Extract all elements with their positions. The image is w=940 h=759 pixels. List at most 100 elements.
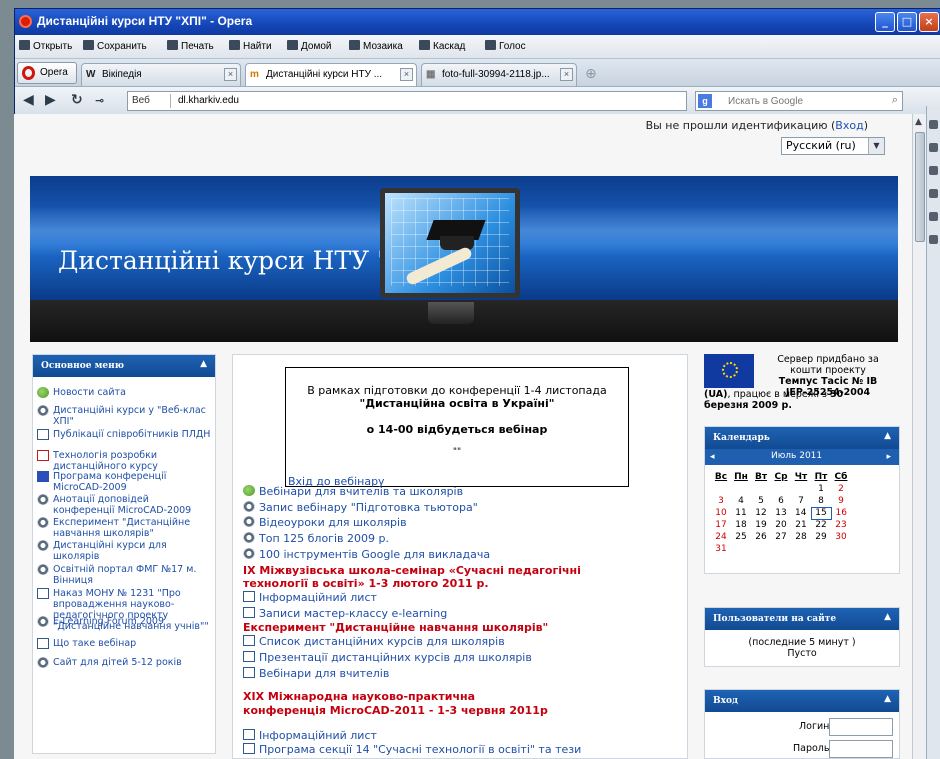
scrollbar-thumb[interactable]	[915, 132, 925, 242]
calendar-day[interactable]: 15	[810, 506, 832, 520]
calendar-block: Календарь ▲ ◂ Июль 2011 ▸ Вс Пн Вт Ср Чт Пт Сб…	[704, 426, 900, 574]
calendar-day[interactable]: 23	[831, 519, 851, 531]
content-link[interactable]: Запис вебінару "Підготовка тьютора"	[243, 501, 478, 514]
content-link[interactable]: 100 інструментів Google для викладача	[243, 548, 490, 561]
tab-image[interactable]: ▦ foto-full-30994-2118.jp... ×	[421, 63, 577, 86]
calendar-day[interactable]: 31	[711, 543, 731, 555]
key-icon[interactable]: ⊸	[95, 94, 104, 107]
login-block: Вход ▲ Логин Пароль	[704, 689, 900, 759]
bookmarks-icon[interactable]	[929, 120, 938, 129]
tile-button[interactable]: Мозаика	[349, 40, 403, 52]
content-link[interactable]: Список дистанційних курсів для школярів	[243, 635, 505, 648]
downloads-icon[interactable]	[929, 189, 938, 198]
calendar-day[interactable]: 6	[771, 495, 791, 507]
password-input[interactable]	[829, 740, 893, 758]
tab-distance-courses[interactable]: m Дистанційні курси НТУ ... ×	[245, 63, 417, 86]
address-bar[interactable]: Веб dl.kharkiv.edu	[127, 91, 687, 111]
tab-close-button[interactable]: ×	[560, 68, 573, 81]
forward-button[interactable]: ▶	[45, 92, 56, 108]
calendar-day[interactable]: 13	[771, 507, 791, 519]
menu-item-label: Що таке вебінар	[53, 638, 137, 649]
content-link[interactable]: Програма секції 14 "Сучасні технології в…	[243, 743, 581, 756]
calendar-day[interactable]: 28	[791, 531, 811, 543]
content-link[interactable]: Топ 125 блогів 2009 р.	[243, 532, 389, 545]
maximize-button[interactable]: □	[897, 12, 917, 32]
calendar-day[interactable]: 19	[751, 519, 771, 531]
home-button[interactable]: Домой	[287, 40, 331, 52]
calendar-day[interactable]: 12	[751, 507, 771, 519]
calendar-day[interactable]: 29	[811, 531, 831, 543]
content-link[interactable]: Вебінари для вчителів та школярів	[243, 485, 463, 498]
weekday-label: Чт	[794, 472, 808, 482]
new-tab-button[interactable]: ⊕	[585, 66, 597, 82]
collapse-icon[interactable]: ▲	[884, 431, 891, 441]
widgets-icon[interactable]	[929, 143, 938, 152]
minimize-button[interactable]: _	[875, 12, 895, 32]
calendar-day[interactable]: 25	[731, 531, 751, 543]
calendar-day[interactable]: 26	[751, 531, 771, 543]
tab-close-button[interactable]: ×	[400, 68, 413, 81]
opera-menu-button[interactable]: Opera	[17, 62, 77, 84]
calendar-day[interactable]: 9	[831, 495, 851, 507]
tab-close-button[interactable]: ×	[224, 68, 237, 81]
add-panel-icon[interactable]	[929, 235, 938, 244]
main-menu-title: Основное меню	[41, 361, 124, 371]
calendar-day[interactable]: 24	[711, 531, 731, 543]
calendar-day[interactable]: 1	[811, 483, 831, 495]
search-input[interactable]	[728, 94, 878, 108]
calendar-day[interactable]: 21	[791, 519, 811, 531]
calendar-day[interactable]: 4	[731, 495, 751, 507]
content-link[interactable]: Вебінари для вчителів	[243, 667, 389, 680]
content-link-label: Презентації дистанційних курсів для школ…	[259, 651, 532, 664]
calendar-day[interactable]: 22	[811, 519, 831, 531]
content-link[interactable]: Інформаційний лист	[243, 591, 377, 604]
calendar-day[interactable]: 27	[771, 531, 791, 543]
content-link[interactable]: Відеоуроки для школярів	[243, 516, 407, 529]
search-box[interactable]: g ⌕	[695, 91, 903, 111]
language-value: Русский (ru)	[786, 139, 856, 152]
calendar-day[interactable]: 17	[711, 519, 731, 531]
search-icon[interactable]: ⌕	[892, 94, 898, 107]
login-link[interactable]: Вход	[835, 119, 863, 132]
content-link[interactable]: Записи мастер-классу e-learning	[243, 607, 447, 620]
notes-icon[interactable]	[929, 166, 938, 175]
content-link[interactable]: Інформаційний лист	[243, 729, 377, 742]
language-select[interactable]: Русский (ru) ▼	[781, 137, 885, 155]
vertical-scrollbar[interactable]: ▲	[912, 114, 926, 759]
home-icon	[287, 40, 298, 50]
prev-month-button[interactable]: ◂	[710, 452, 715, 462]
voice-button[interactable]: Голос	[485, 40, 526, 52]
calendar-day[interactable]: 5	[751, 495, 771, 507]
calendar-day[interactable]: 7	[791, 495, 811, 507]
calendar-day[interactable]: 16	[831, 507, 851, 519]
collapse-icon[interactable]: ▲	[884, 612, 891, 622]
calendar-month[interactable]: Июль 2011	[771, 451, 822, 461]
back-button[interactable]: ◀	[23, 92, 34, 108]
scroll-up-icon[interactable]: ▲	[915, 117, 922, 127]
tab-wikipedia[interactable]: W Вікіпедія ×	[81, 63, 241, 86]
calendar-day[interactable]: 14	[791, 507, 811, 519]
next-month-button[interactable]: ▸	[886, 452, 891, 462]
username-input[interactable]	[829, 718, 893, 736]
close-button[interactable]: ×	[919, 12, 939, 32]
calendar-day[interactable]: 20	[771, 519, 791, 531]
reload-button[interactable]: ↻	[71, 92, 83, 108]
content-link[interactable]: Презентації дистанційних курсів для школ…	[243, 651, 532, 664]
open-button[interactable]: Открыть	[19, 40, 72, 52]
cascade-button[interactable]: Каскад	[419, 40, 465, 52]
calendar-day[interactable]: 30	[831, 531, 851, 543]
collapse-icon[interactable]: ▲	[200, 359, 207, 369]
address-separator	[170, 94, 171, 108]
calendar-day[interactable]: 3	[711, 495, 731, 507]
calendar-day[interactable]: 2	[831, 483, 851, 495]
calendar-day[interactable]: 11	[731, 507, 751, 519]
collapse-icon[interactable]: ▲	[884, 694, 891, 704]
content-link-label: Топ 125 блогів 2009 р.	[259, 532, 389, 545]
print-button[interactable]: Печать	[167, 40, 214, 52]
find-button[interactable]: Найти	[229, 40, 272, 52]
calendar-day[interactable]: 10	[711, 507, 731, 519]
save-button[interactable]: Сохранить	[83, 40, 147, 52]
calendar-day[interactable]: 18	[731, 519, 751, 531]
history-icon[interactable]	[929, 212, 938, 221]
calendar-day[interactable]: 8	[811, 495, 831, 507]
